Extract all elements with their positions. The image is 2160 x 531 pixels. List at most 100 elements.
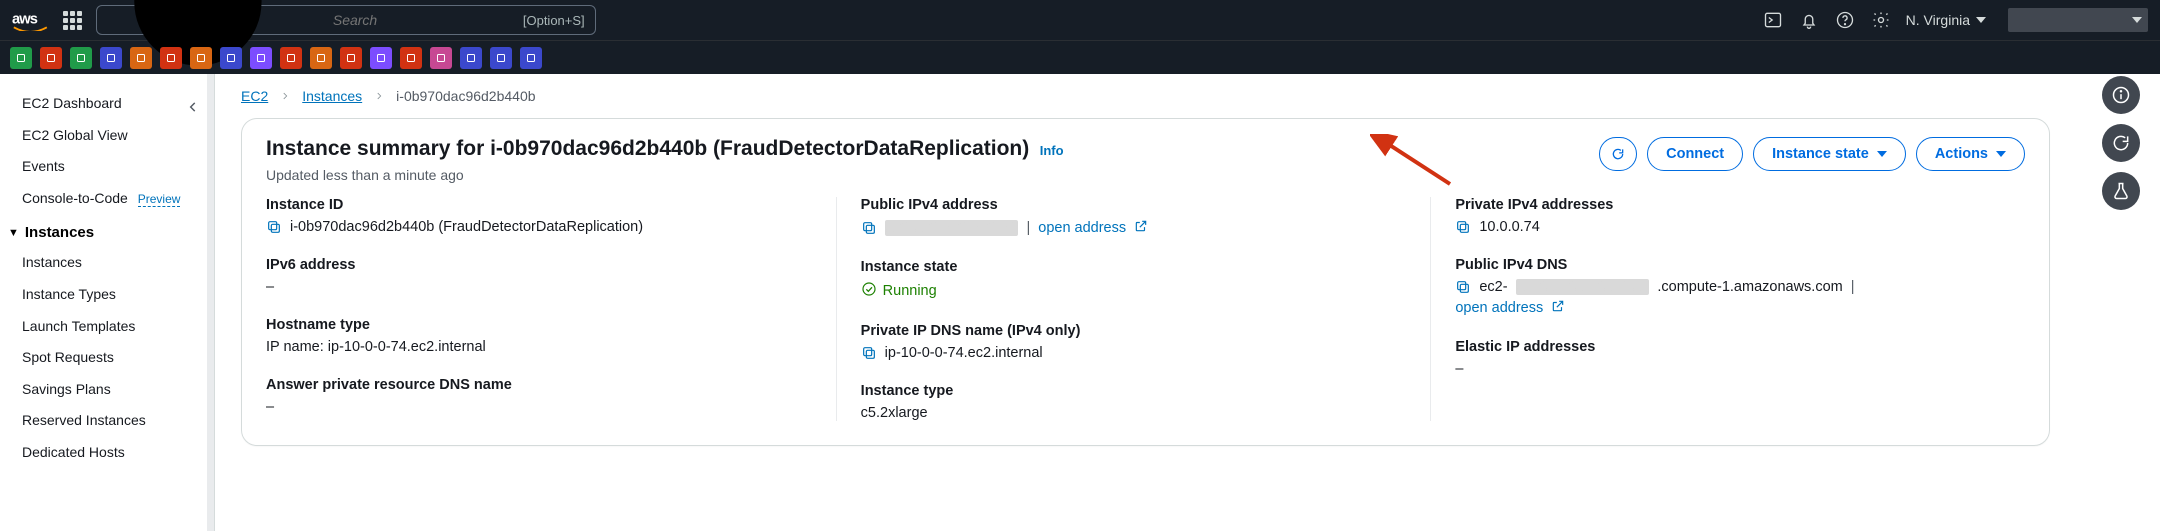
favorite-service-icon[interactable] [10, 47, 32, 69]
private-dns-value: ip-10-0-0-74.ec2.internal [885, 345, 1043, 361]
favorite-service-icon[interactable] [250, 47, 272, 69]
page-title: Instance summary for i-0b970dac96d2b440b… [266, 137, 1029, 160]
favorite-service-icon[interactable] [490, 47, 512, 69]
sidebar-item-spot-requests[interactable]: Spot Requests [0, 342, 214, 374]
notifications-icon[interactable] [1798, 9, 1820, 31]
chevron-down-icon [1996, 151, 2006, 157]
summary-columns: Instance ID i-0b970dac96d2b440b (FraudDe… [266, 197, 2025, 421]
sidebar-item-dedicated-hosts[interactable]: Dedicated Hosts [0, 437, 214, 469]
instance-state-button-label: Instance state [1772, 146, 1869, 162]
favorite-service-icon[interactable] [220, 47, 242, 69]
public-ipv4-label: Public IPv4 address [861, 197, 1411, 213]
last-updated: Updated less than a minute ago [266, 167, 1064, 183]
favorite-service-icon[interactable] [70, 47, 92, 69]
favorite-service-icon[interactable] [430, 47, 452, 69]
instance-type-value: c5.2xlarge [861, 405, 1411, 421]
ipv6-label: IPv6 address [266, 257, 816, 273]
rail-experiments-icon[interactable] [2102, 172, 2140, 210]
sidebar-link-dashboard[interactable]: EC2 Dashboard [0, 88, 214, 120]
sidebar-group-instances[interactable]: ▼ Instances [0, 214, 214, 247]
sidebar-link-global-view[interactable]: EC2 Global View [0, 120, 214, 152]
console-to-code-label: Console-to-Code [22, 190, 128, 206]
sidebar-item-launch-templates[interactable]: Launch Templates [0, 311, 214, 343]
help-icon[interactable] [1834, 9, 1856, 31]
public-dns-suffix: .compute-1.amazonaws.com [1657, 279, 1842, 295]
global-search: [Option+S] [96, 5, 596, 35]
elastic-ip-label: Elastic IP addresses [1455, 339, 2005, 355]
breadcrumb-instances[interactable]: Instances [302, 88, 362, 104]
instance-state-label: Instance state [861, 259, 1411, 275]
connect-button[interactable]: Connect [1647, 137, 1743, 171]
col-2: Public IPv4 address XXXXXXXXXXXXX3 | ope… [836, 197, 1431, 421]
favorite-service-icon[interactable] [280, 47, 302, 69]
chevron-right-icon [280, 88, 290, 104]
region-selector[interactable]: N. Virginia [1906, 12, 1986, 28]
favorite-service-icon[interactable] [130, 47, 152, 69]
public-dns-prefix: ec2- [1479, 279, 1507, 295]
favorite-service-icon[interactable] [520, 47, 542, 69]
search-shortcut-hint: [Option+S] [523, 13, 585, 28]
open-address-link[interactable]: open address [1455, 300, 1543, 316]
sidebar-link-events[interactable]: Events [0, 151, 214, 183]
state-text: Running [883, 283, 937, 299]
sidebar-item-instances[interactable]: Instances [0, 247, 214, 279]
services-menu-icon[interactable] [63, 11, 82, 30]
panel-header: Instance summary for i-0b970dac96d2b440b… [266, 137, 2025, 183]
rail-info-icon[interactable] [2102, 76, 2140, 114]
pipe-sep: | [1851, 279, 1855, 295]
chevron-right-icon [374, 88, 384, 104]
preview-badge: Preview [138, 192, 181, 207]
sidebar-item-instance-types[interactable]: Instance Types [0, 279, 214, 311]
favorite-service-icon[interactable] [400, 47, 422, 69]
region-label: N. Virginia [1906, 12, 1970, 28]
copy-icon[interactable] [1455, 219, 1471, 235]
favorite-service-icon[interactable] [100, 47, 122, 69]
svg-text:aws: aws [12, 12, 38, 28]
sidebar-group-label: Instances [25, 224, 94, 241]
external-link-icon[interactable] [1134, 219, 1148, 237]
favorite-service-icon[interactable] [40, 47, 62, 69]
info-link[interactable]: Info [1040, 143, 1064, 158]
sidebar-item-savings-plans[interactable]: Savings Plans [0, 374, 214, 406]
actions-button[interactable]: Actions [1916, 137, 2025, 171]
search-input[interactable] [333, 12, 515, 28]
sidebar-item-reserved-instances[interactable]: Reserved Instances [0, 405, 214, 437]
sidebar: EC2 Dashboard EC2 Global View Events Con… [0, 74, 215, 531]
elastic-ip-value: – [1455, 361, 2005, 377]
copy-icon[interactable] [1455, 279, 1471, 295]
instance-id-value: i-0b970dac96d2b440b (FraudDetectorDataRe… [290, 219, 643, 235]
cloudshell-icon[interactable] [1762, 9, 1784, 31]
copy-icon[interactable] [861, 220, 877, 236]
favorite-service-icon[interactable] [340, 47, 362, 69]
settings-icon[interactable] [1870, 9, 1892, 31]
instance-summary-panel: Instance summary for i-0b970dac96d2b440b… [241, 118, 2050, 446]
favorite-service-icon[interactable] [370, 47, 392, 69]
chevron-down-icon [2132, 17, 2142, 23]
favorite-service-icon[interactable] [160, 47, 182, 69]
open-address-link[interactable]: open address [1038, 220, 1126, 236]
sidebar-link-console-to-code[interactable]: Console-to-Code Preview [0, 183, 214, 215]
search-box[interactable]: [Option+S] [96, 5, 596, 35]
rail-refresh-icon[interactable] [2102, 124, 2140, 162]
instance-state-button[interactable]: Instance state [1753, 137, 1906, 171]
copy-icon[interactable] [861, 345, 877, 361]
instance-state-value: Running [861, 281, 937, 301]
favorite-service-icon[interactable] [190, 47, 212, 69]
external-link-icon[interactable] [1551, 299, 1565, 317]
aws-logo[interactable]: aws [12, 9, 49, 31]
refresh-button[interactable] [1599, 137, 1637, 171]
private-ipv4-label: Private IPv4 addresses [1455, 197, 2005, 213]
favorite-service-icon[interactable] [310, 47, 332, 69]
answer-dns-label: Answer private resource DNS name [266, 377, 816, 393]
account-menu[interactable] [2008, 8, 2148, 32]
copy-icon[interactable] [266, 219, 282, 235]
breadcrumb-instance-id: i-0b970dac96d2b440b [396, 88, 535, 104]
instance-id-label: Instance ID [266, 197, 816, 213]
private-ipv4-value: 10.0.0.74 [1479, 219, 1539, 235]
hostname-type-value: IP name: ip-10-0-0-74.ec2.internal [266, 339, 816, 355]
collapse-sidebar-icon[interactable] [186, 100, 200, 119]
caret-down-icon: ▼ [8, 227, 19, 239]
breadcrumb-root[interactable]: EC2 [241, 88, 268, 104]
favorite-service-icon[interactable] [460, 47, 482, 69]
chevron-down-icon [1877, 151, 1887, 157]
